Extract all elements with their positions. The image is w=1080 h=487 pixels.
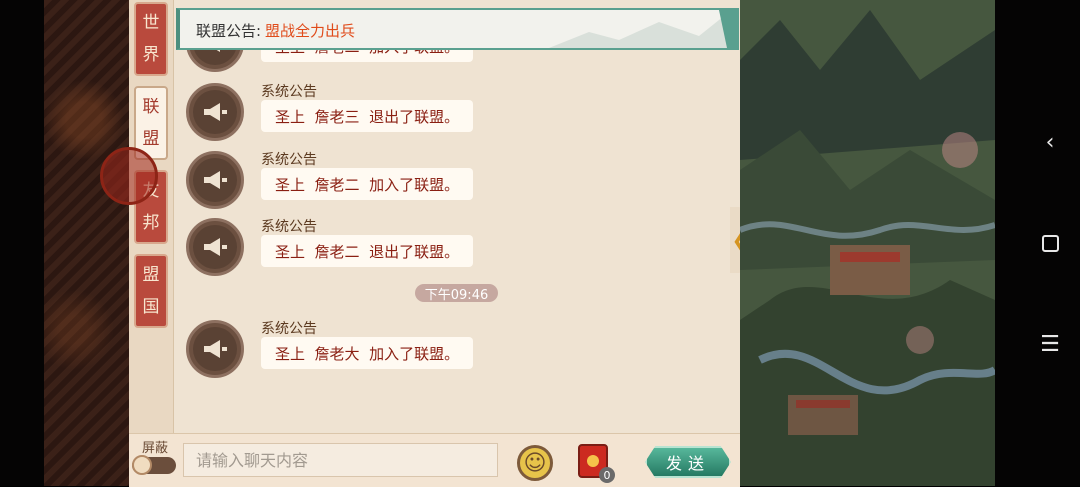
tab-allied-char1: 盟 xyxy=(142,265,160,285)
message-list[interactable]: 圣上 詹老二 加入了联盟。 系统公告 圣上 詹老三 退出了联盟。 系统公告 圣上… xyxy=(173,0,740,433)
smiley-icon: ☺ xyxy=(523,450,547,476)
alliance-notice-banner[interactable]: 联盟公告: 盟战全力出兵 xyxy=(176,8,739,50)
emoji-button[interactable]: ☺ xyxy=(517,445,553,481)
tab-world[interactable]: 世 界 xyxy=(134,2,168,76)
red-packet-icon xyxy=(587,455,599,467)
message-sender: 系统公告 xyxy=(261,219,317,235)
tab-friendly-char2: 邦 xyxy=(142,213,160,233)
home-nav-icon[interactable] xyxy=(1038,231,1062,255)
notice-label: 联盟公告: xyxy=(196,22,262,40)
left-screen-border xyxy=(0,0,44,486)
message-sender: 系统公告 xyxy=(261,321,317,337)
back-nav-icon[interactable]: ‹ xyxy=(1038,130,1062,155)
banner-landscape-icon xyxy=(549,10,739,48)
message-sender: 系统公告 xyxy=(261,152,317,168)
recents-nav-icon[interactable]: ☰ xyxy=(1038,332,1062,357)
game-map-background xyxy=(740,0,995,486)
seal-stamp-icon xyxy=(100,147,158,205)
shield-toggle-knob[interactable] xyxy=(132,455,152,475)
message-text: 圣上 詹老三 退出了联盟。 xyxy=(261,100,474,132)
tab-alliance-char2: 盟 xyxy=(142,129,160,149)
notice-text: 盟战全力出兵 xyxy=(265,22,356,40)
megaphone-icon xyxy=(186,320,244,378)
red-packet-count-badge: 0 xyxy=(599,467,615,483)
shield-label: 屏蔽 xyxy=(142,441,169,456)
decorative-left-panel xyxy=(44,0,130,486)
send-button[interactable]: 发送 xyxy=(645,446,731,478)
tab-allied-char2: 国 xyxy=(142,297,160,317)
tab-allied-nations[interactable]: 盟 国 xyxy=(134,254,168,328)
megaphone-icon xyxy=(186,151,244,209)
chat-input[interactable] xyxy=(183,443,498,477)
time-separator: 下午09:46 xyxy=(415,284,498,303)
tab-world-char1: 世 xyxy=(142,13,160,33)
megaphone-icon xyxy=(186,83,244,141)
megaphone-icon xyxy=(186,218,244,276)
message-sender: 系统公告 xyxy=(261,84,317,100)
message-text: 圣上 詹老大 加入了联盟。 xyxy=(261,337,474,369)
message-text: 圣上 詹老二 加入了联盟。 xyxy=(261,168,474,200)
tab-alliance-char1: 联 xyxy=(142,97,160,117)
message-text: 圣上 詹老二 退出了联盟。 xyxy=(261,235,474,267)
tab-world-char2: 界 xyxy=(142,45,160,65)
